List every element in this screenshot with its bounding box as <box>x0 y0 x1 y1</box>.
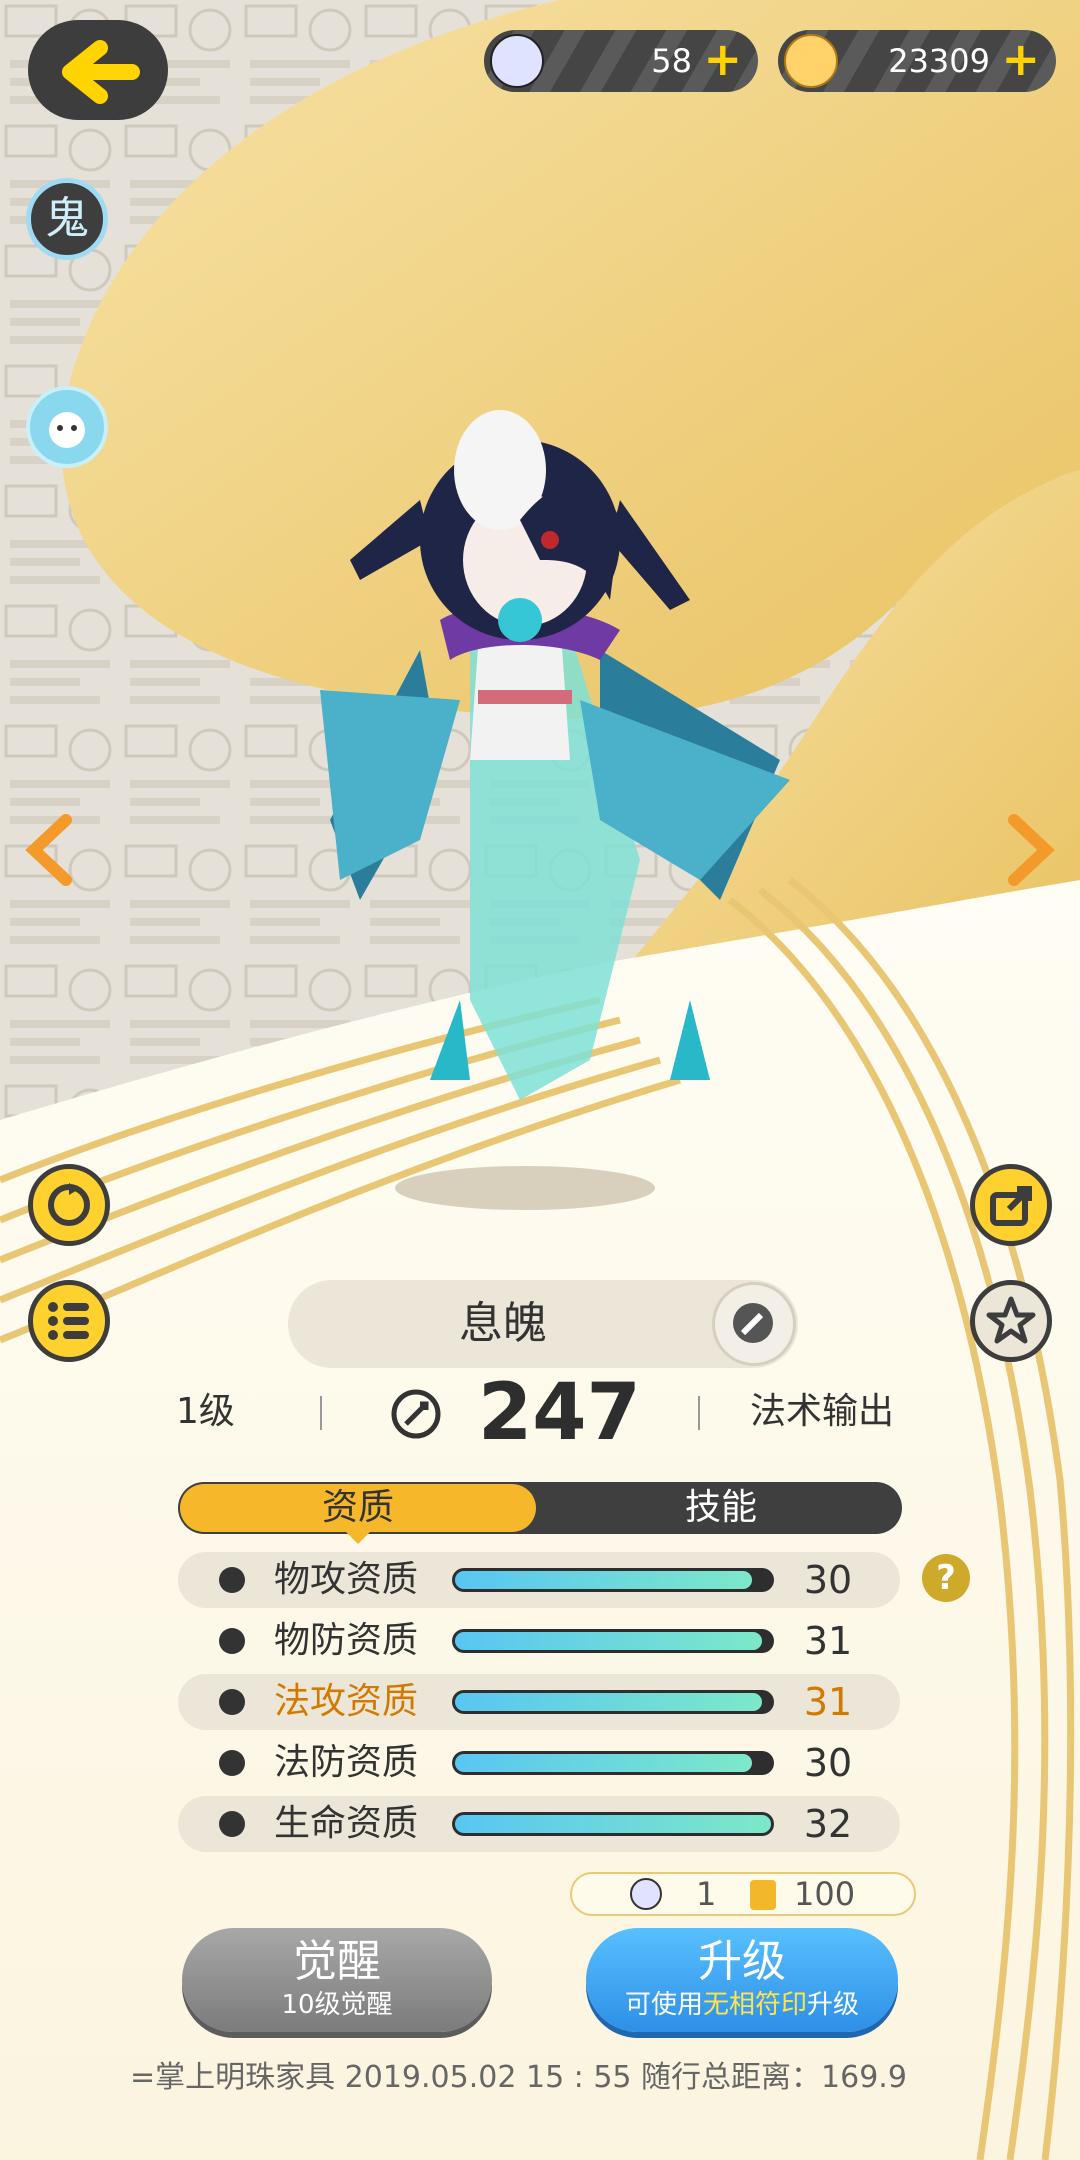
favorite-button[interactable] <box>970 1280 1052 1362</box>
footer-info: =掌上明珠家具 2019.05.02 15 : 55 随行总距离：169.9 <box>130 2060 907 2095</box>
prev-pet-arrow[interactable] <box>20 810 80 890</box>
stat-row: 生命资质 32 <box>178 1796 900 1852</box>
stat-bar <box>452 1568 774 1592</box>
currency-soul-coin[interactable]: 58 + <box>484 30 758 92</box>
stat-bar <box>452 1690 774 1714</box>
ghost-type-badge[interactable]: 鬼 <box>26 178 108 260</box>
back-arrow-icon <box>62 40 140 104</box>
pet-level: 1级 <box>176 1391 235 1432</box>
stat-value: 30 <box>803 1741 853 1785</box>
magic-shield-icon <box>219 1750 245 1776</box>
yin-yang-icon <box>219 1689 245 1715</box>
ghost-type-label: 鬼 <box>45 193 89 244</box>
stat-value: 32 <box>803 1802 853 1846</box>
stat-row: 物防资质 31 <box>178 1613 900 1669</box>
pet-avatar-icon <box>49 412 85 448</box>
pet-name: 息魄 <box>459 1298 547 1349</box>
power-icon <box>391 1389 441 1439</box>
stat-row: 法攻资质 31 <box>178 1674 900 1730</box>
list-button[interactable] <box>28 1280 110 1362</box>
cost-crystal-value: 100 <box>794 1875 856 1913</box>
chevron-right-icon <box>1008 814 1055 886</box>
currency-crystal[interactable]: 23309 + <box>778 30 1056 92</box>
divider <box>698 1396 700 1430</box>
pet-avatar-button[interactable] <box>26 386 108 468</box>
stat-bar-fill <box>455 1632 762 1650</box>
list-icon <box>48 1302 89 1340</box>
stat-label: 法攻资质 <box>274 1681 419 1722</box>
edit-pencil-icon <box>733 1303 773 1343</box>
stat-value: 30 <box>803 1558 853 1602</box>
stat-bar <box>452 1629 774 1653</box>
upgrade-sub-b: 升级 <box>807 1990 860 2020</box>
star-icon <box>986 1296 1036 1344</box>
help-button[interactable]: ? <box>922 1554 970 1602</box>
crystal-icon <box>784 34 838 88</box>
share-icon <box>990 1186 1032 1226</box>
stat-value: 31 <box>803 1680 853 1724</box>
awaken-button[interactable]: 觉醒 10级觉醒 <box>182 1928 492 2032</box>
stat-row: 物攻资质 30 <box>178 1552 900 1608</box>
stat-bar-fill <box>455 1815 771 1833</box>
upgrade-sub-a: 可使用 <box>624 1990 703 2020</box>
stat-bar-fill <box>455 1571 753 1589</box>
next-pet-arrow[interactable] <box>1000 810 1060 890</box>
awaken-title: 觉醒 <box>293 1936 381 1987</box>
rotate-view-button[interactable] <box>28 1164 110 1246</box>
add-crystal-icon[interactable]: + <box>1001 30 1040 88</box>
stat-bar-fill <box>455 1693 762 1711</box>
share-button[interactable] <box>970 1164 1052 1246</box>
tab-bar: 资质 技能 <box>178 1482 902 1534</box>
pet-name-panel: 息魄 <box>288 1280 798 1368</box>
heart-icon <box>219 1811 245 1837</box>
pet-role: 法术输出 <box>750 1391 895 1432</box>
stat-label: 物攻资质 <box>274 1559 419 1600</box>
tab-pointer <box>344 1530 372 1544</box>
upgrade-button[interactable]: 升级 可使用无相符印升级 <box>586 1928 898 2032</box>
upgrade-subtitle: 可使用无相符印升级 <box>586 1990 898 2020</box>
stat-bar <box>452 1812 774 1836</box>
tab-skills[interactable]: 技能 <box>540 1482 902 1534</box>
divider <box>320 1396 322 1430</box>
upgrade-cost: 1 100 <box>570 1872 916 1916</box>
soul-coin-value: 58 <box>651 42 692 80</box>
soul-coin-icon <box>630 1878 662 1910</box>
chevron-left-icon <box>25 814 72 886</box>
shield-icon <box>219 1628 245 1654</box>
stat-label: 物防资质 <box>274 1620 419 1661</box>
crystal-value: 23309 <box>888 42 990 80</box>
stat-row: 法防资质 30 <box>178 1735 900 1791</box>
stat-label: 生命资质 <box>274 1803 419 1844</box>
cost-soul-value: 1 <box>696 1875 717 1913</box>
stat-label: 法防资质 <box>274 1742 419 1783</box>
crystal-icon <box>750 1880 776 1910</box>
combat-power: 247 <box>478 1368 641 1458</box>
stat-bar-fill <box>455 1754 753 1772</box>
stat-bar <box>452 1751 774 1775</box>
tab-aptitude[interactable]: 资质 <box>180 1484 536 1532</box>
back-button[interactable] <box>28 20 168 120</box>
soul-coin-icon <box>490 34 544 88</box>
stat-value: 31 <box>803 1619 853 1663</box>
upgrade-sub-item: 无相符印 <box>702 1990 807 2020</box>
add-soul-coin-icon[interactable]: + <box>703 30 742 88</box>
rotate-icon <box>48 1183 90 1226</box>
awaken-subtitle: 10级觉醒 <box>281 1990 393 2020</box>
crossed-swords-icon <box>219 1567 245 1593</box>
upgrade-title: 升级 <box>698 1936 786 1987</box>
rename-button[interactable] <box>712 1282 796 1366</box>
